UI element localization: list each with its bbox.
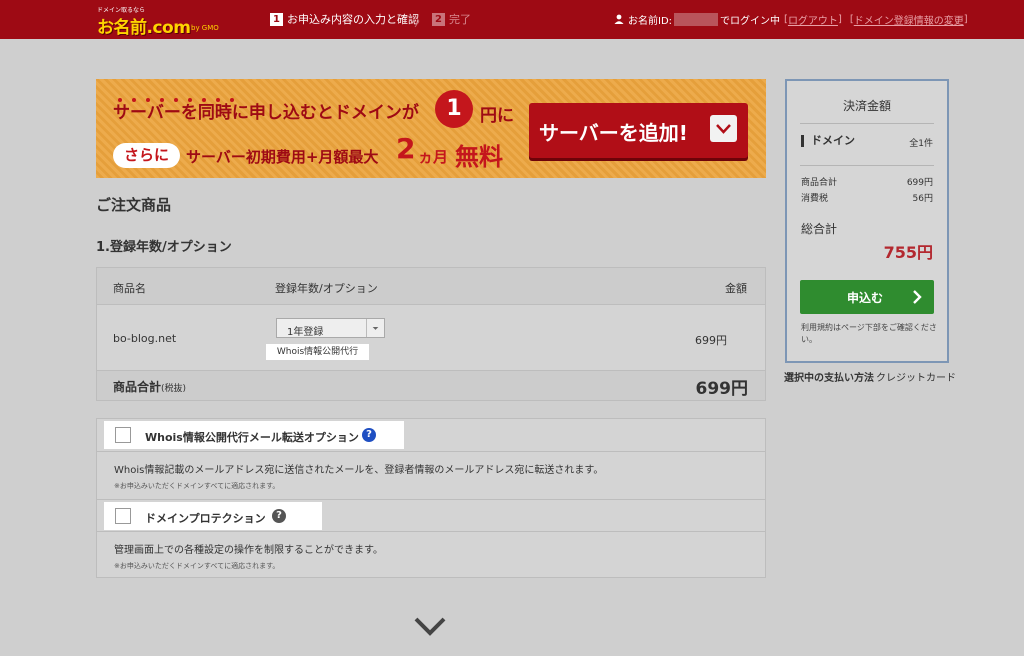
add-server-label: サーバーを追加! xyxy=(539,121,688,145)
domain-price: 699円 xyxy=(695,334,727,347)
logout-link[interactable]: ログアウト xyxy=(788,12,838,27)
banner-sarani-badge: さらに xyxy=(113,143,180,168)
user-icon xyxy=(614,14,624,24)
tax-value: 56円 xyxy=(912,194,933,204)
option-domain-protection: ドメインプロテクション ? xyxy=(97,499,765,532)
option-note: ※お申込みいただくドメインすべてに適応されます。 xyxy=(114,562,280,570)
option-note: ※お申込みいただくドメインすべてに適応されます。 xyxy=(114,482,280,490)
divider xyxy=(800,123,934,124)
option-description: Whois情報記載のメールアドレス宛に送信されたメールを、登録者情報のメールアド… xyxy=(114,465,604,476)
payment-summary-title: 決済金額 xyxy=(842,99,891,113)
caret-down-icon xyxy=(366,319,379,337)
top-header: ドメイン取るなら お名前.com by GMO 1 お申込み内容の入力と確認 〉… xyxy=(0,0,1024,39)
grand-total-label: 総合計 xyxy=(801,222,838,236)
column-product-name: 商品名 xyxy=(113,282,146,295)
tax-label: 消費税 xyxy=(801,194,829,204)
payment-method-value: クレジットカード xyxy=(876,373,956,384)
step-1-number: 1 xyxy=(270,12,283,26)
terms-note: 利用規約はページ下部をご確認ください。 xyxy=(801,323,937,344)
help-icon[interactable]: ? xyxy=(362,428,376,442)
domain-info-change-link[interactable]: ドメイン登録情報の変更 xyxy=(854,12,964,27)
banner-line-1: サーバーを同時に申し込むとドメインが xyxy=(113,103,419,123)
option-label-box[interactable]: ドメインプロテクション ? xyxy=(104,502,322,530)
banner-price-unit: 円に xyxy=(480,106,514,126)
option-title: Whois情報公開代行メール転送オプション xyxy=(145,431,359,444)
help-icon[interactable]: ? xyxy=(272,509,286,523)
option-title: ドメインプロテクション xyxy=(145,512,266,525)
step-2-number: 2 xyxy=(432,12,445,26)
apply-button-label: 申込む xyxy=(847,291,884,305)
domain-protection-checkbox[interactable] xyxy=(115,508,131,524)
logo-main-text: お名前.com xyxy=(97,18,191,38)
step-1: 1 お申込み内容の入力と確認 xyxy=(270,11,419,27)
user-id-label: お名前ID: xyxy=(628,15,673,27)
whois-proxy-tag: Whois情報公開代行 xyxy=(266,344,369,360)
option-description: 管理画面上での各種設定の操作を制限することができます。 xyxy=(114,545,383,556)
options-panel: Whois情報公開代行メール転送オプション ? Whois情報記載のメールアドレ… xyxy=(96,418,766,578)
payment-method-label: 選択中の支払い方法 xyxy=(784,373,874,384)
product-table-header: 商品名 登録年数/オプション 金額 xyxy=(97,268,765,305)
banner-free-text: 無料 xyxy=(455,143,503,171)
option-label-box[interactable]: Whois情報公開代行メール転送オプション ? xyxy=(104,421,404,449)
banner-months-unit: ヵ月 xyxy=(418,148,449,166)
whois-mail-forward-checkbox[interactable] xyxy=(115,427,131,443)
banner-months-number: 2 xyxy=(396,132,416,165)
table-row: bo-blog.net 1年登録 Whois情報公開代行 699円 xyxy=(97,305,765,371)
summary-domain-label: ドメイン xyxy=(801,135,855,147)
add-server-button[interactable]: サーバーを追加! xyxy=(529,103,748,158)
emphasis-dots xyxy=(118,87,248,102)
column-registration-option: 登録年数/オプション xyxy=(275,282,378,295)
payment-summary-panel: 決済金額 ドメイン 全1件 商品合計 699円 消費税 56円 総合計 755円… xyxy=(785,79,949,363)
product-table: 商品名 登録年数/オプション 金額 bo-blog.net 1年登録 Whois… xyxy=(96,267,766,401)
step-2: 2 完了 xyxy=(432,11,471,27)
registration-years-value: 1年登録 xyxy=(287,327,324,338)
chevron-down-icon xyxy=(710,115,737,142)
logo-sub-text: by GMO xyxy=(191,24,219,32)
scroll-down-chevron-icon[interactable] xyxy=(412,614,448,638)
registration-years-select[interactable]: 1年登録 xyxy=(276,318,385,338)
grand-total-value: 755円 xyxy=(883,243,933,262)
logged-in-text: でログイン中 xyxy=(720,15,781,27)
user-status: お名前ID: でログイン中 [ログアウト] [ドメイン登録情報の変更] xyxy=(614,11,968,27)
onamae-logo[interactable]: ドメイン取るなら お名前.com by GMO xyxy=(97,5,219,38)
banner-price-circle: 1 xyxy=(435,90,473,128)
step-1-label: お申込み内容の入力と確認 xyxy=(287,13,419,26)
user-id-masked xyxy=(674,12,719,26)
tax-excluded-note: (税抜) xyxy=(161,384,187,394)
order-items-title: ご注文商品 xyxy=(96,196,172,214)
product-total-row: 商品合計(税抜) 699円 xyxy=(97,371,765,400)
chevron-right-icon xyxy=(913,290,922,304)
apply-button[interactable]: 申込む xyxy=(800,280,934,314)
divider xyxy=(800,165,934,166)
step-2-label: 完了 xyxy=(449,13,471,26)
section-registration-title: 1.登録年数/オプション xyxy=(96,240,232,255)
subtotal-label: 商品合計 xyxy=(801,178,838,188)
summary-domain-count: 全1件 xyxy=(909,139,933,149)
banner-line-2: サーバー初期費用+月額最大 xyxy=(186,148,379,166)
domain-name: bo-blog.net xyxy=(113,332,177,345)
column-price: 金額 xyxy=(725,282,747,295)
product-total-price: 699円 xyxy=(695,379,749,399)
subtotal-value: 699円 xyxy=(906,178,933,188)
option-whois-mail-forward: Whois情報公開代行メール転送オプション ? xyxy=(97,419,765,452)
step-arrow-icon: 〉 xyxy=(414,15,428,30)
product-total-label: 商品合計(税抜) xyxy=(113,380,187,394)
